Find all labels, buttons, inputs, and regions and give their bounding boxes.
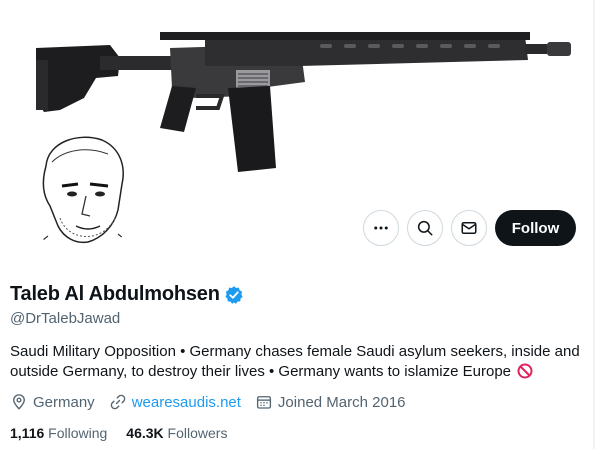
search-icon [417,220,433,236]
column-divider [593,0,595,449]
website-item: wearesaudis.net [109,393,241,411]
calendar-icon [256,396,271,409]
bio-text: Saudi Military Opposition • Germany chas… [10,343,580,380]
followers-link[interactable]: 46.3K Followers [126,425,227,441]
website-link[interactable]: wearesaudis.net [132,394,241,411]
more-button[interactable] [363,210,399,246]
profile-meta: Germany wearesaudis.net Joined March 201… [10,393,420,411]
message-button[interactable] [451,210,487,246]
display-name: Taleb Al Abdulmohsen [10,283,220,305]
follow-stats: 1,116 Following 46.3K Followers [10,425,246,441]
profile-bio: Saudi Military Opposition • Germany chas… [10,342,585,382]
verified-badge-icon[interactable] [224,285,244,305]
no-entry-sign-icon [517,363,533,379]
location-pin-icon [13,394,25,410]
joined-item: Joined March 2016 [255,393,406,411]
following-link[interactable]: 1,116 Following [10,425,107,441]
profile-actions: Follow [0,210,593,246]
search-button[interactable] [407,210,443,246]
location-text: Germany [33,393,95,411]
following-label: Following [48,425,108,441]
follow-button[interactable]: Follow [495,210,576,246]
more-icon [374,226,388,230]
link-icon [110,394,125,410]
location-item: Germany [10,393,95,411]
following-count: 1,116 [10,425,45,441]
followers-count: 46.3K [126,425,164,441]
name-row: Taleb Al Abdulmohsen [10,283,244,306]
joined-text: Joined March 2016 [277,393,406,411]
followers-label: Followers [167,425,228,441]
envelope-icon [461,222,477,234]
user-handle: @DrTalebJawad [10,310,121,327]
